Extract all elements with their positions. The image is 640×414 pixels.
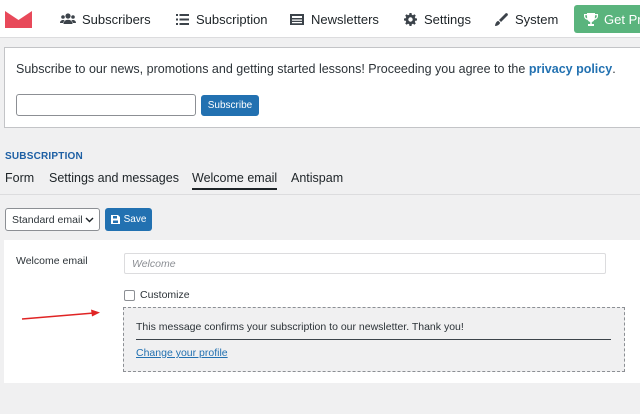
tab-welcome-email[interactable]: Welcome email — [192, 171, 278, 190]
preview-divider — [136, 339, 611, 340]
email-type-select[interactable]: Standard email — [5, 208, 100, 231]
top-nav: Subscribers Subscription Newsletters Set… — [0, 0, 640, 38]
gear-icon — [402, 11, 418, 27]
nav-item-settings[interactable]: Settings — [402, 0, 471, 38]
nav-item-subscribers[interactable]: Subscribers — [60, 0, 151, 38]
tab-form[interactable]: Form — [5, 171, 34, 185]
privacy-policy-link[interactable]: privacy policy — [529, 62, 612, 76]
welcome-email-subject-input[interactable]: Welcome — [124, 253, 606, 274]
customize-label[interactable]: Customize — [140, 289, 190, 301]
notice-email-input[interactable] — [16, 94, 196, 116]
section-title: SUBSCRIPTION — [5, 151, 83, 162]
nav-item-system[interactable]: System — [493, 0, 558, 38]
tabs-divider — [0, 194, 640, 195]
nav-label: Settings — [424, 11, 471, 27]
nav-item-newsletters[interactable]: Newsletters — [289, 0, 379, 38]
customize-checkbox[interactable] — [124, 290, 135, 301]
email-type-value: Standard email — [12, 213, 83, 226]
nav-label: Subscription — [196, 11, 268, 27]
notice-message: Subscribe to our news, promotions and ge… — [16, 62, 529, 76]
floppy-icon — [110, 215, 120, 224]
newsletter-notice: Subscribe to our news, promotions and ge… — [4, 47, 640, 128]
welcome-email-label: Welcome email — [16, 255, 88, 267]
save-button[interactable]: Save — [105, 208, 152, 231]
nav-label: System — [515, 11, 559, 27]
logo-icon[interactable] — [5, 11, 32, 28]
preview-message: This message confirms your subscription … — [136, 321, 464, 333]
list-icon — [174, 11, 190, 27]
nav-label: Newsletters — [311, 11, 379, 27]
subscribe-button[interactable]: Subscribe — [201, 95, 259, 116]
newspaper-icon — [289, 11, 305, 27]
get-pro-button[interactable]: Get Pro — [574, 5, 640, 33]
tab-antispam[interactable]: Antispam — [291, 171, 343, 185]
annotation-arrow-icon — [21, 309, 100, 320]
users-icon — [60, 11, 76, 27]
nav-item-subscription[interactable]: Subscription — [174, 0, 268, 38]
get-pro-label: Get Pro — [604, 11, 640, 27]
save-label: Save — [123, 214, 147, 225]
tab-settings-and-messages[interactable]: Settings and messages — [49, 171, 179, 185]
notice-text: Subscribe to our news, promotions and ge… — [16, 62, 616, 76]
change-profile-link[interactable]: Change your profile — [136, 347, 228, 359]
wrench-icon — [493, 11, 509, 27]
trophy-icon — [584, 12, 598, 26]
notice-suffix: . — [612, 62, 616, 76]
email-preview: This message confirms your subscription … — [123, 307, 625, 372]
chevron-down-icon — [85, 217, 94, 223]
nav-label: Subscribers — [82, 11, 151, 27]
